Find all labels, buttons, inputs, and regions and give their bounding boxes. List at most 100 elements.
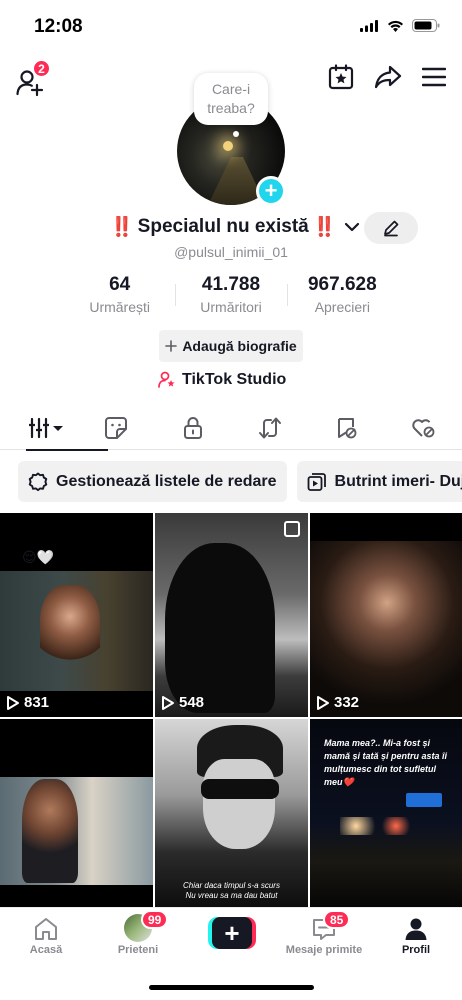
video-road-sign	[406, 793, 442, 807]
video-thumbnail[interactable]: Mama mea?.. Mi-a fost și mamă și tată și…	[310, 719, 462, 907]
add-bio-button[interactable]: Adaugă biografie	[159, 330, 303, 362]
friend-requests-badge: 2	[32, 59, 51, 78]
status-bar: 12:08	[0, 0, 462, 54]
profile-tabs	[0, 406, 462, 451]
sticker-icon	[104, 417, 127, 439]
play-icon	[7, 695, 19, 710]
view-count-value: 548	[179, 694, 205, 711]
nav-home-icon-wrap	[0, 914, 92, 942]
inbox-badge: 85	[323, 910, 351, 929]
nav-label: Profil	[401, 944, 431, 956]
top-actions	[328, 64, 446, 90]
home-indicator[interactable]	[149, 985, 314, 990]
add-story-plus-icon[interactable]: +	[256, 176, 286, 206]
wifi-icon	[388, 20, 403, 32]
video-thumbnail[interactable]: 332	[310, 513, 462, 717]
stat-label: Urmărești	[89, 299, 150, 315]
stat-followers[interactable]: 41.788 Urmăritori	[175, 274, 286, 318]
profile-icon	[405, 918, 427, 940]
username: @pulsul_inimii_01	[174, 244, 288, 260]
tab-favorites[interactable]	[308, 406, 385, 450]
video-thumbnail[interactable]: 548	[155, 513, 308, 717]
home-icon	[35, 918, 57, 940]
tab-liked[interactable]	[385, 406, 462, 450]
nav-label: Mesaje primite	[285, 944, 363, 956]
video-glasses	[201, 779, 279, 799]
manage-playlists-label: Gestionează listele de redare	[56, 472, 277, 490]
playlist-chip[interactable]: Butrint imeri- Duje	[296, 461, 462, 502]
view-count: 831	[6, 694, 49, 711]
video-person	[40, 585, 100, 675]
stat-likes[interactable]: 967.628 Aprecieri	[286, 274, 398, 318]
status-time: 12:08	[34, 16, 83, 37]
view-count: 332	[316, 694, 359, 711]
battery-icon	[412, 19, 440, 32]
display-name-emoji-left: ‼️	[110, 217, 134, 238]
hidden-heart-icon	[411, 419, 434, 438]
video-overlay-text: Mama mea?.. Mi-a fost și mamă și tată și…	[324, 738, 448, 787]
status-icons	[360, 19, 440, 32]
nav-friends-icon-wrap: 99	[92, 910, 184, 942]
stat-value: 41.788	[201, 274, 261, 295]
view-count: 548	[161, 694, 204, 711]
calendar-star-icon[interactable]	[328, 64, 354, 90]
display-name-row[interactable]: ‼️ Specialul nu există ‼️	[110, 215, 360, 239]
create-button[interactable]: +	[208, 917, 256, 949]
stat-label: Urmăritori	[200, 299, 262, 315]
video-car-lights	[340, 817, 420, 835]
edit-profile-button[interactable]	[364, 212, 418, 244]
manage-playlists-button[interactable]: Gestionează listele de redare	[18, 461, 287, 502]
bookmark-icon	[337, 418, 356, 439]
video-caption: Chiar daca timpul s-a scurs Nu vreau sa …	[183, 881, 280, 900]
playlist-icon	[307, 472, 326, 491]
create-plus-icon: +	[212, 917, 252, 949]
add-friend-button[interactable]: 2	[16, 59, 51, 97]
pencil-icon	[384, 220, 399, 237]
playlists-row: Gestionează listele de redare Butrint im…	[18, 461, 462, 502]
tiktok-studio-label: TikTok Studio	[182, 371, 287, 388]
chevron-down-icon	[345, 222, 360, 232]
note-bubble[interactable]: Care-i treaba?	[194, 73, 268, 125]
tiktok-studio-link[interactable]: TikTok Studio	[158, 371, 286, 389]
nav-friends[interactable]: 99 Prieteni	[92, 910, 184, 956]
share-icon[interactable]	[374, 64, 402, 90]
video-emoji: 😌🤍	[22, 549, 55, 565]
note-bubble-tail	[233, 131, 239, 137]
tab-reposts[interactable]	[231, 406, 308, 450]
video-thumbnail[interactable]: Chiar daca timpul s-a scurs Nu vreau sa …	[155, 719, 308, 907]
stat-value: 967.628	[307, 274, 377, 295]
display-name: Specialul nu există	[137, 216, 309, 237]
nav-profile[interactable]: Profil	[370, 914, 462, 956]
plus-icon	[165, 340, 178, 352]
video-thumbnail[interactable]: 😌🤍 831	[0, 513, 153, 717]
video-scene	[310, 541, 462, 717]
repost-icon	[258, 417, 281, 439]
nav-home[interactable]: Acasă	[0, 914, 92, 956]
friends-badge: 99	[141, 910, 169, 929]
avatar-street-light	[223, 141, 233, 151]
lock-icon	[183, 417, 202, 439]
view-count-value: 831	[24, 694, 50, 711]
play-icon	[162, 695, 174, 710]
tab-videos[interactable]	[0, 406, 108, 451]
menu-icon[interactable]	[422, 67, 446, 87]
stats-row: 64 Urmărești 41.788 Urmăritori 967.628 A…	[64, 274, 398, 318]
display-name-emoji-right: ‼️	[312, 217, 337, 238]
nav-inbox[interactable]: 85 Mesaje primite	[278, 910, 370, 956]
video-grid: 😌🤍 831 548 332 Chiar daca timpul s-a scu…	[0, 513, 462, 907]
stat-following[interactable]: 64 Urmărești	[64, 274, 175, 318]
nav-label: Prieteni	[117, 944, 159, 956]
tab-stickers[interactable]	[77, 406, 154, 450]
video-thumbnail[interactable]	[0, 719, 153, 907]
nav-label: Acasă	[29, 944, 63, 956]
photo-carousel-icon	[284, 521, 300, 537]
stat-value: 64	[109, 274, 131, 295]
tab-private[interactable]	[154, 406, 231, 450]
video-face	[203, 759, 275, 849]
cellular-signal-icon	[360, 19, 378, 32]
person-star-icon	[158, 371, 175, 388]
grid-bars-icon	[28, 417, 63, 439]
play-icon	[317, 695, 329, 710]
stat-label: Aprecieri	[314, 299, 370, 315]
add-bio-label: Adaugă biografie	[182, 338, 297, 354]
